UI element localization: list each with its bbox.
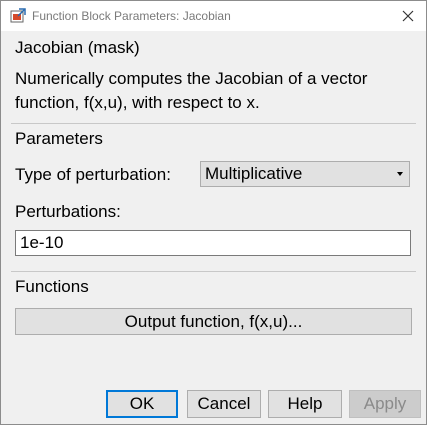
apply-button[interactable]: Apply	[349, 390, 421, 418]
chevron-down-icon	[397, 172, 403, 176]
ok-button[interactable]: OK	[106, 390, 178, 418]
output-function-button[interactable]: Output function, f(x,u)...	[15, 308, 412, 335]
block-description: Numerically computes the Jacobian of a v…	[15, 69, 368, 112]
help-button[interactable]: Help	[268, 390, 342, 418]
perturbations-input[interactable]	[15, 230, 411, 256]
title-bar[interactable]: Function Block Parameters: Jacobian	[1, 1, 426, 31]
simulink-block-icon	[10, 8, 26, 23]
divider	[11, 123, 416, 124]
perturbations-label: Perturbations:	[15, 202, 121, 221]
cancel-button[interactable]: Cancel	[187, 390, 261, 418]
perturbation-type-label: Type of perturbation:	[15, 165, 171, 184]
dialog-content: Jacobian (mask) Numerically computes the…	[1, 31, 426, 424]
block-title: Jacobian (mask)	[15, 38, 140, 57]
dialog-window: Function Block Parameters: Jacobian Jaco…	[0, 0, 427, 425]
functions-section-title: Functions	[15, 277, 89, 296]
perturbation-type-value: Multiplicative	[205, 164, 303, 183]
divider	[11, 271, 416, 272]
window-title: Function Block Parameters: Jacobian	[32, 9, 231, 23]
perturbation-type-select[interactable]: Multiplicative	[200, 161, 410, 187]
parameters-section-title: Parameters	[15, 129, 103, 148]
close-icon[interactable]	[399, 7, 417, 25]
